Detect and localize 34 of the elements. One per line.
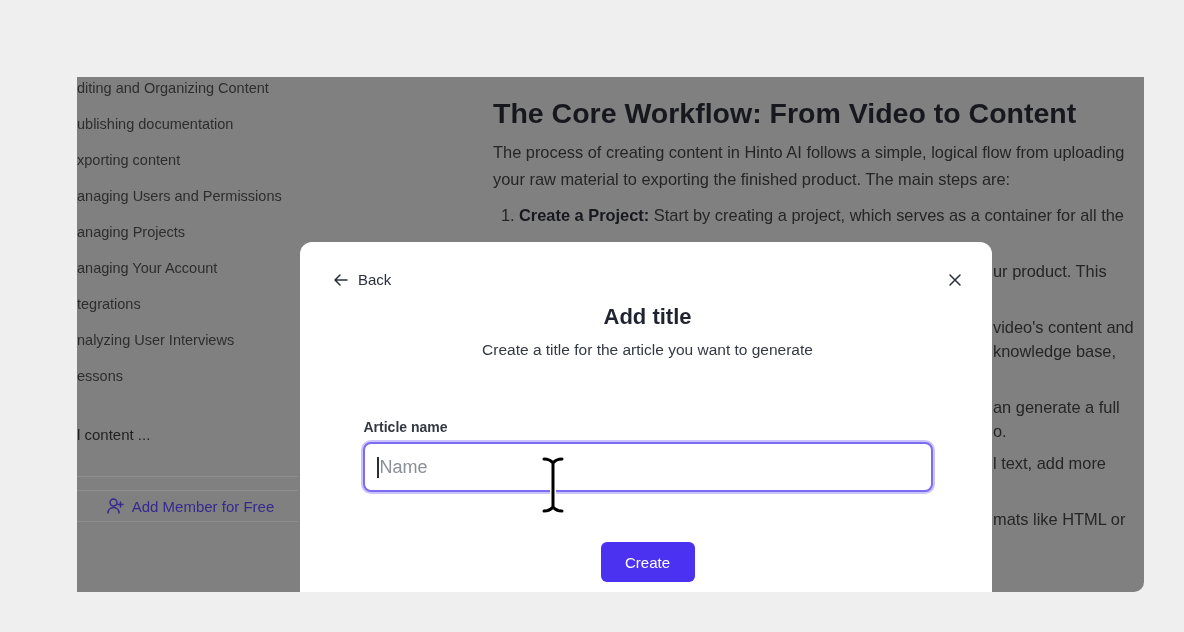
article-paragraph: The process of creating content in Hinto AI follows a simple, logical flow from uploading your raw material to exporting the finished product. The main steps are: xyxy=(493,142,1126,190)
back-button[interactable]: Back xyxy=(334,270,392,290)
user-plus-icon xyxy=(106,498,124,514)
list-item-text: o. xyxy=(993,421,1007,442)
add-member-button[interactable]: Add Member for Free xyxy=(77,490,298,522)
create-button[interactable]: Create xyxy=(600,542,695,582)
list-item-text: ur product. This xyxy=(993,261,1107,282)
back-arrow-icon xyxy=(334,274,348,286)
sidebar-link[interactable]: anaging Users and Permissions xyxy=(77,186,282,206)
list-number: 1. xyxy=(500,205,516,226)
i-beam-cursor-icon xyxy=(540,456,566,514)
list-item-text: knowledge base, xyxy=(993,341,1117,362)
close-icon xyxy=(949,274,961,286)
dialog-title: Add title xyxy=(603,303,692,331)
list-item-text: l text, add more xyxy=(993,453,1106,474)
sidebar-link[interactable]: anaging Your Account xyxy=(77,258,218,278)
sidebar-link[interactable]: nalyzing User Interviews xyxy=(77,330,235,350)
sidebar-link[interactable]: tegrations xyxy=(77,294,141,314)
close-button[interactable] xyxy=(949,274,961,286)
text-caret-icon xyxy=(376,457,379,478)
list-item-text: Create a Project: Start by creating a project, which serves as a container for all the xyxy=(519,205,1124,226)
list-item-text: mats like HTML or xyxy=(993,509,1126,530)
article-heading: The Core Workflow: From Video to Content xyxy=(493,96,1078,131)
input-field[interactable]: Name xyxy=(362,442,933,492)
list-item-text: video's content and xyxy=(993,317,1134,338)
sidebar-link[interactable]: anaging Projects xyxy=(77,222,185,242)
field-label: Article name xyxy=(363,418,448,436)
sidebar-link[interactable]: l content ... xyxy=(77,425,151,445)
sidebar-link[interactable]: ublishing documentation xyxy=(77,114,234,134)
dialog-subtitle: Create a title for the article you want to generate xyxy=(482,340,813,360)
sidebar-link[interactable]: essons xyxy=(77,366,123,386)
list-item-text: an generate a full xyxy=(993,397,1120,418)
sidebar-link[interactable]: diting and Organizing Content xyxy=(77,78,269,98)
sidebar-link[interactable]: xporting content xyxy=(77,150,181,170)
